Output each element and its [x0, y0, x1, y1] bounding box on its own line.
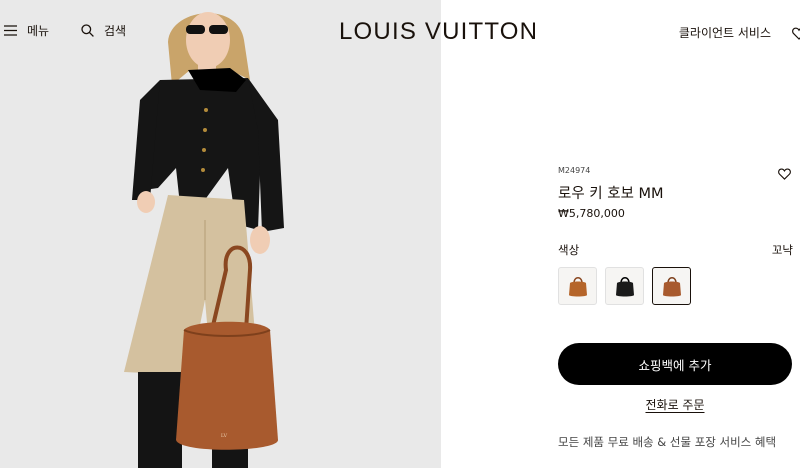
selected-color-name: 꼬냑: [771, 243, 793, 257]
product-sku: M24974: [558, 166, 591, 175]
hamburger-icon: [4, 25, 17, 36]
search-icon: [81, 24, 94, 37]
site-header: 메뉴 검색 LOUIS VUITTON 클라이언트 서비스: [0, 0, 800, 64]
menu-label: 메뉴: [27, 24, 50, 38]
color-label: 색상: [558, 243, 580, 257]
bag-thumbnail-icon: [615, 277, 634, 297]
svg-text:LV: LV: [221, 433, 228, 439]
add-to-wishlist-heart-icon[interactable]: [778, 165, 791, 184]
search-button[interactable]: 검색: [81, 22, 126, 39]
swatch-cognac-selected[interactable]: [652, 267, 691, 305]
client-services-link[interactable]: 클라이언트 서비스: [679, 24, 771, 41]
add-to-bag-button[interactable]: 쇼핑백에 추가: [558, 343, 792, 385]
search-label: 검색: [104, 24, 127, 38]
bag-thumbnail-icon: [662, 277, 681, 297]
menu-button[interactable]: 메뉴: [4, 22, 49, 39]
bag-thumbnail-icon: [568, 277, 587, 297]
wishlist-heart-icon[interactable]: [792, 25, 800, 44]
color-swatches: [558, 267, 691, 305]
brand-logo[interactable]: LOUIS VUITTON: [339, 18, 544, 46]
model-illustration: LV: [124, 12, 284, 468]
swatch-cognac-light[interactable]: [558, 267, 597, 305]
swatch-black[interactable]: [605, 267, 644, 305]
product-price: ₩5,780,000: [558, 207, 625, 220]
product-hero-image: LV: [0, 0, 441, 468]
shipping-benefit-text: 모든 제품 무료 배송 & 선물 포장 서비스 혜택: [558, 435, 777, 449]
product-name: 로우 키 호보 MM: [558, 186, 664, 202]
phone-order-link[interactable]: 전화로 주문: [558, 396, 792, 413]
